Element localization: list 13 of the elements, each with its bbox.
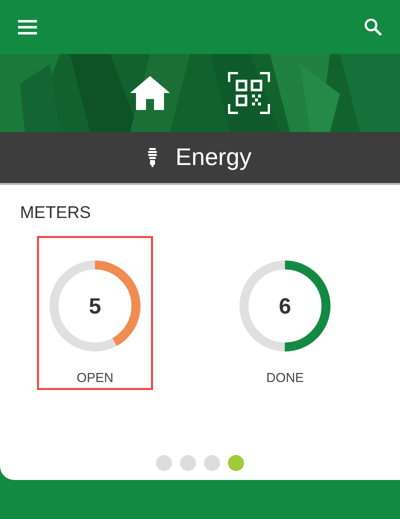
meter-count: 5 <box>88 292 102 320</box>
search-icon[interactable] <box>364 18 382 36</box>
menu-icon[interactable] <box>18 20 37 34</box>
meter-label: DONE <box>266 369 304 387</box>
light-bulb-icon <box>148 148 158 167</box>
qr-code-icon[interactable] <box>228 72 270 114</box>
meter-label: OPEN <box>76 369 114 387</box>
section-heading: METERS <box>20 203 91 223</box>
meter-count: 6 <box>278 292 292 320</box>
meter-tile[interactable]: 5 OPEN <box>37 236 153 390</box>
home-icon[interactable] <box>130 76 170 110</box>
meter-tile[interactable]: 6 DONE <box>227 236 343 390</box>
section-title: Energy <box>175 142 252 172</box>
